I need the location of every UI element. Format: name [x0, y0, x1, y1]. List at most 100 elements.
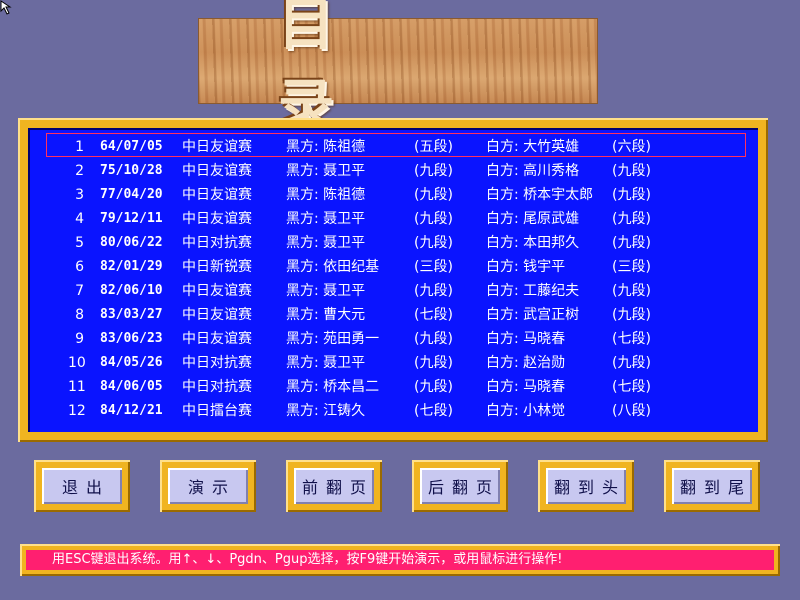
- title-plaque: 目 录: [198, 0, 598, 139]
- white-rank: (九段): [612, 211, 651, 227]
- black-rank: (九段): [414, 355, 453, 371]
- game-row[interactable]: 2 75/10/28 中日友谊赛 黑方: 聂卫平 (九段) 白方: 高川秀格 (九段): [28, 160, 748, 182]
- white-player: 白方: 武宫正树: [486, 307, 580, 323]
- black-player: 黑方: 曹大元: [286, 307, 366, 323]
- black-player: 黑方: 苑田勇一: [286, 331, 380, 347]
- first-page-button-label: 翻到头: [546, 468, 626, 504]
- game-row[interactable]: 11 84/06/05 中日对抗赛 黑方: 桥本昌二 (九段) 白方: 马晓春 (七段): [28, 376, 748, 398]
- white-player: 白方: 小林觉: [486, 403, 566, 419]
- black-player: 黑方: 陈祖德: [286, 187, 366, 203]
- game-number: 10: [68, 355, 86, 371]
- game-date: 84/12/21: [100, 403, 163, 418]
- game-date: 83/03/27: [100, 307, 163, 322]
- game-row[interactable]: 6 82/01/29 中日新锐赛 黑方: 依田纪基 (三段) 白方: 钱宇平 (三段): [28, 256, 748, 278]
- first-page-button[interactable]: 翻到头: [538, 460, 634, 512]
- game-event: 中日友谊赛: [182, 283, 252, 299]
- game-list: 1 64/07/05 中日友谊赛 黑方: 陈祖德 (五段) 白方: 大竹英雄 (六段) 2 75…: [28, 128, 758, 432]
- game-event: 中日对抗赛: [182, 235, 252, 251]
- black-rank: (七段): [414, 403, 453, 419]
- game-date: 82/06/10: [100, 283, 163, 298]
- white-rank: (八段): [612, 403, 651, 419]
- next-page-button[interactable]: 后翻页: [412, 460, 508, 512]
- prev-page-button[interactable]: 前翻页: [286, 460, 382, 512]
- black-rank: (九段): [414, 235, 453, 251]
- black-player: 黑方: 依田纪基: [286, 259, 380, 275]
- game-number: 2: [75, 163, 84, 179]
- game-event: 中日友谊赛: [182, 163, 252, 179]
- game-number: 12: [68, 403, 86, 419]
- exit-button[interactable]: 退出: [34, 460, 130, 512]
- white-rank: (七段): [612, 379, 651, 395]
- game-number: 9: [75, 331, 84, 347]
- game-number: 1: [75, 139, 84, 155]
- game-date: 83/06/23: [100, 331, 163, 346]
- game-number: 3: [75, 187, 84, 203]
- black-player: 黑方: 聂卫平: [286, 163, 366, 179]
- white-rank: (九段): [612, 235, 651, 251]
- last-page-button[interactable]: 翻到尾: [664, 460, 760, 512]
- black-rank: (九段): [414, 187, 453, 203]
- black-rank: (九段): [414, 283, 453, 299]
- game-row[interactable]: 1 64/07/05 中日友谊赛 黑方: 陈祖德 (五段) 白方: 大竹英雄 (六段): [28, 133, 748, 158]
- black-rank: (九段): [414, 163, 453, 179]
- game-date: 77/04/20: [100, 187, 163, 202]
- game-date: 79/12/11: [100, 211, 163, 226]
- play-button[interactable]: 演示: [160, 460, 256, 512]
- black-player: 黑方: 江铸久: [286, 403, 366, 419]
- game-date: 84/05/26: [100, 355, 163, 370]
- game-date: 82/01/29: [100, 259, 163, 274]
- game-row[interactable]: 12 84/12/21 中日擂台赛 黑方: 江铸久 (七段) 白方: 小林觉 (八段): [28, 400, 748, 422]
- white-player: 白方: 工藤纪夫: [486, 283, 580, 299]
- white-player: 白方: 桥本宇太郎: [486, 187, 594, 203]
- game-row[interactable]: 10 84/05/26 中日对抗赛 黑方: 聂卫平 (九段) 白方: 赵治勋 (九段): [28, 352, 748, 374]
- play-button-label: 演示: [168, 468, 248, 504]
- white-rank: (九段): [612, 307, 651, 323]
- game-number: 5: [75, 235, 84, 251]
- prev-page-button-label: 前翻页: [294, 468, 374, 504]
- game-number: 7: [75, 283, 84, 299]
- game-event: 中日友谊赛: [182, 331, 252, 347]
- game-row[interactable]: 5 80/06/22 中日对抗赛 黑方: 聂卫平 (九段) 白方: 本田邦久 (九段): [28, 232, 748, 254]
- white-rank: (九段): [612, 187, 651, 203]
- game-number: 8: [75, 307, 84, 323]
- black-player: 黑方: 聂卫平: [286, 283, 366, 299]
- black-player: 黑方: 聂卫平: [286, 211, 366, 227]
- black-player: 黑方: 陈祖德: [286, 139, 366, 155]
- white-rank: (九段): [612, 163, 651, 179]
- black-rank: (九段): [414, 211, 453, 227]
- game-row[interactable]: 4 79/12/11 中日友谊赛 黑方: 聂卫平 (九段) 白方: 尾原武雄 (九段): [28, 208, 748, 230]
- game-event: 中日新锐赛: [182, 259, 252, 275]
- black-rank: (七段): [414, 307, 453, 323]
- game-row[interactable]: 9 83/06/23 中日友谊赛 黑方: 苑田勇一 (九段) 白方: 马晓春 (七段): [28, 328, 748, 350]
- game-number: 4: [75, 211, 84, 227]
- white-player: 白方: 尾原武雄: [486, 211, 580, 227]
- last-page-button-label: 翻到尾: [672, 468, 752, 504]
- black-rank: (九段): [414, 331, 453, 347]
- game-event: 中日对抗赛: [182, 379, 252, 395]
- status-text: 用ESC键退出系统。用↑、↓、Pgdn、Pgup选择，按F9键开始演示，或用鼠标…: [26, 550, 774, 570]
- game-event: 中日对抗赛: [182, 355, 252, 371]
- black-player: 黑方: 桥本昌二: [286, 379, 380, 395]
- white-rank: (六段): [612, 139, 651, 155]
- next-page-button-label: 后翻页: [420, 468, 500, 504]
- white-player: 白方: 本田邦久: [486, 235, 580, 251]
- game-row[interactable]: 3 77/04/20 中日友谊赛 黑方: 陈祖德 (九段) 白方: 桥本宇太郎 (九段): [28, 184, 748, 206]
- game-event: 中日友谊赛: [182, 139, 252, 155]
- game-event: 中日擂台赛: [182, 403, 252, 419]
- white-player: 白方: 马晓春: [486, 379, 566, 395]
- black-player: 黑方: 聂卫平: [286, 355, 366, 371]
- white-rank: (三段): [612, 259, 651, 275]
- white-player: 白方: 赵治勋: [486, 355, 566, 371]
- game-event: 中日友谊赛: [182, 307, 252, 323]
- game-number: 6: [75, 259, 84, 275]
- game-date: 64/07/05: [100, 139, 163, 154]
- game-event: 中日友谊赛: [182, 211, 252, 227]
- game-row[interactable]: 7 82/06/10 中日友谊赛 黑方: 聂卫平 (九段) 白方: 工藤纪夫 (九段): [28, 280, 748, 302]
- game-number: 11: [68, 379, 86, 395]
- black-rank: (三段): [414, 259, 453, 275]
- game-row[interactable]: 8 83/03/27 中日友谊赛 黑方: 曹大元 (七段) 白方: 武宫正树 (九段): [28, 304, 748, 326]
- game-date: 84/06/05: [100, 379, 163, 394]
- black-player: 黑方: 聂卫平: [286, 235, 366, 251]
- mouse-cursor-icon: [0, 0, 12, 15]
- white-rank: (九段): [612, 355, 651, 371]
